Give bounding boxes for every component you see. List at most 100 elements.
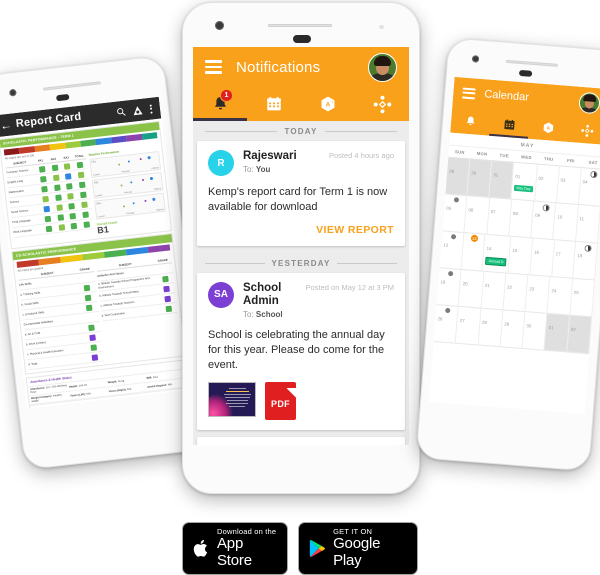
calendar-day-cell[interactable]: 16 xyxy=(530,238,555,277)
tab-grades[interactable]: A + xyxy=(301,87,355,121)
hamburger-menu-icon[interactable] xyxy=(205,60,222,74)
chart-label: FA2 xyxy=(93,181,99,185)
feed-day-separator: TODAY xyxy=(193,121,409,141)
grade-cell xyxy=(157,285,175,293)
calendar-day-cell[interactable]: 31 xyxy=(489,161,515,199)
calendar-day-cell[interactable]: 06 xyxy=(464,196,490,234)
day-number: 02 xyxy=(570,326,576,333)
calendar-day-cell[interactable]: 14 Annual D xyxy=(482,234,512,273)
calendar-day-cell[interactable]: 19 xyxy=(436,268,462,306)
calendar-event-chip[interactable]: May Day xyxy=(514,184,533,193)
calendar-day-cell[interactable]: 02 xyxy=(567,315,593,354)
calendar-day-cell[interactable]: 02 xyxy=(534,164,560,203)
invitation-image-attachment[interactable] xyxy=(208,381,256,417)
google-play-button[interactable]: GET IT ON Google Play xyxy=(298,522,418,575)
calendar-day-cell[interactable]: 23 xyxy=(525,275,551,313)
day-number: 07 xyxy=(490,209,496,215)
scholastic-table: SUBJECT FA1 FA2 SA1 TOTAL Computer Scien… xyxy=(5,153,95,245)
tab-notifications[interactable] xyxy=(450,107,491,136)
tab-grades[interactable]: A xyxy=(528,113,569,142)
subject-name: Hindi Language xyxy=(13,228,33,234)
calendar-day-cell[interactable]: 29 xyxy=(500,310,526,348)
notification-card[interactable]: R Rajeswari To: You Posted 4 hours ago Kemp'… xyxy=(197,141,405,246)
grade-cell xyxy=(86,353,104,361)
grade-cell xyxy=(66,212,79,219)
calendar-day-cell[interactable]: 18 xyxy=(573,241,598,280)
calendar-day-cell[interactable]: 30 xyxy=(522,312,548,350)
calendar-event-chip[interactable]: Annual D xyxy=(485,256,507,267)
grade-cell xyxy=(156,275,174,283)
calendar-day-cell[interactable]: 27 xyxy=(456,306,482,345)
calendar-day-cell[interactable]: 10 xyxy=(553,203,579,241)
recipient-label: To: School xyxy=(243,310,283,320)
calendar-day-cell[interactable]: 07 xyxy=(486,197,512,236)
pdf-file-attachment[interactable]: PDF xyxy=(265,381,296,420)
attachment-row: PDF xyxy=(208,381,394,420)
day-number: 11 xyxy=(579,216,585,222)
calendar-day-cell[interactable]: 13 xyxy=(461,233,486,271)
calendar-day-cell[interactable]: 15 xyxy=(508,236,534,275)
calendar-day-cell[interactable]: 22 xyxy=(503,273,529,312)
grade-chip xyxy=(76,161,84,168)
calendar-grid[interactable]: 29 30 31 01 May Day 02 03 04 05 06 07 08 09 10 11 12 13 1… xyxy=(433,157,600,355)
calendar-day-cell[interactable]: 30 xyxy=(467,159,493,197)
notification-message: School is celebrating the annual day for… xyxy=(208,329,385,371)
grade-cell xyxy=(84,333,102,341)
axis-mid: Average xyxy=(123,191,133,195)
calendar-day-cell[interactable]: 03 xyxy=(556,166,582,204)
calendar-day-cell[interactable]: 01 xyxy=(544,313,570,352)
store-badges: Download on the App Store GET IT ON Goog… xyxy=(182,522,418,575)
timestamp: Posted on May 12 at 3 PM xyxy=(305,282,394,292)
user-avatar[interactable] xyxy=(368,52,397,82)
grade-cell xyxy=(36,175,49,183)
grade-cell xyxy=(63,182,76,190)
calendar-day-cell[interactable]: 21 xyxy=(481,271,507,310)
google-play-icon xyxy=(309,539,326,558)
app-store-button[interactable]: Download on the App Store xyxy=(182,522,289,575)
user-avatar[interactable] xyxy=(578,91,600,114)
grade-cell xyxy=(68,222,81,229)
notifications-feed[interactable]: TODAY R Rajeswari To: You Posted 4 hours ago… xyxy=(193,121,409,445)
calendar-day-cell[interactable]: 04 xyxy=(578,168,600,206)
notifications-appbar: Notifications 1 A + xyxy=(193,47,409,121)
hamburger-menu-icon[interactable] xyxy=(461,87,476,99)
axis-high: Highest xyxy=(156,208,164,212)
tab-network[interactable] xyxy=(567,116,600,145)
scholastic-section: SCHOLASTIC PERFORMANCE - TERM 1 All mark… xyxy=(0,120,173,250)
calendar-day-cell[interactable]: 09 xyxy=(531,201,557,240)
right-phone-screen: Calendar A MAY SUN MON TUE WED THU FRI S… xyxy=(429,76,600,415)
overflow-menu-icon[interactable] xyxy=(147,104,156,114)
calendar-day-cell[interactable]: 25 xyxy=(569,278,596,317)
calendar-day-cell[interactable]: 05 xyxy=(442,194,468,233)
grade-cell xyxy=(80,303,98,311)
day-number: 27 xyxy=(459,317,465,324)
notification-card[interactable]: RRajeswariTo: YouPosted on May 12 at 10 … xyxy=(197,436,405,445)
calendar-day-cell[interactable]: 26 xyxy=(433,305,459,343)
calendar-day-cell[interactable]: 08 xyxy=(509,199,535,238)
card-cta-button[interactable]: VIEW REPORT xyxy=(208,224,394,236)
search-icon[interactable] xyxy=(115,105,128,118)
calendar-day-cell[interactable]: 24 xyxy=(547,276,573,315)
day-number: 06 xyxy=(468,207,474,213)
calendar-day-cell[interactable]: 20 xyxy=(458,269,484,308)
tab-network[interactable] xyxy=(355,87,409,121)
moon-phase-icon xyxy=(447,270,454,277)
notification-led xyxy=(518,69,533,77)
tab-notifications[interactable]: 1 xyxy=(193,87,247,121)
calendar-day-cell[interactable]: 11 xyxy=(575,204,600,243)
front-camera-icon xyxy=(215,21,224,30)
notification-card[interactable]: SA School Admin To: School Posted on May 12… xyxy=(197,272,405,430)
calendar-day-cell[interactable]: 12 xyxy=(439,231,465,269)
tab-calendar[interactable] xyxy=(247,87,301,121)
calendar-day-cell[interactable]: 28 xyxy=(478,308,504,347)
grade-chip xyxy=(57,213,64,221)
calendar-day-cell[interactable]: 01 May Day xyxy=(511,162,538,201)
day-number: 21 xyxy=(484,282,490,289)
back-arrow-icon[interactable]: ← xyxy=(0,118,13,133)
calendar-day-cell[interactable]: 17 xyxy=(551,240,577,278)
day-label: YESTERDAY xyxy=(271,258,331,268)
calendar-day-cell[interactable]: 29 xyxy=(445,157,471,196)
phone-left-report-card: ← Report Card SCHOLASTIC PERFORMANCE - T… xyxy=(0,54,208,471)
app-logo-icon[interactable] xyxy=(131,104,144,117)
day-number: 29 xyxy=(448,168,455,175)
